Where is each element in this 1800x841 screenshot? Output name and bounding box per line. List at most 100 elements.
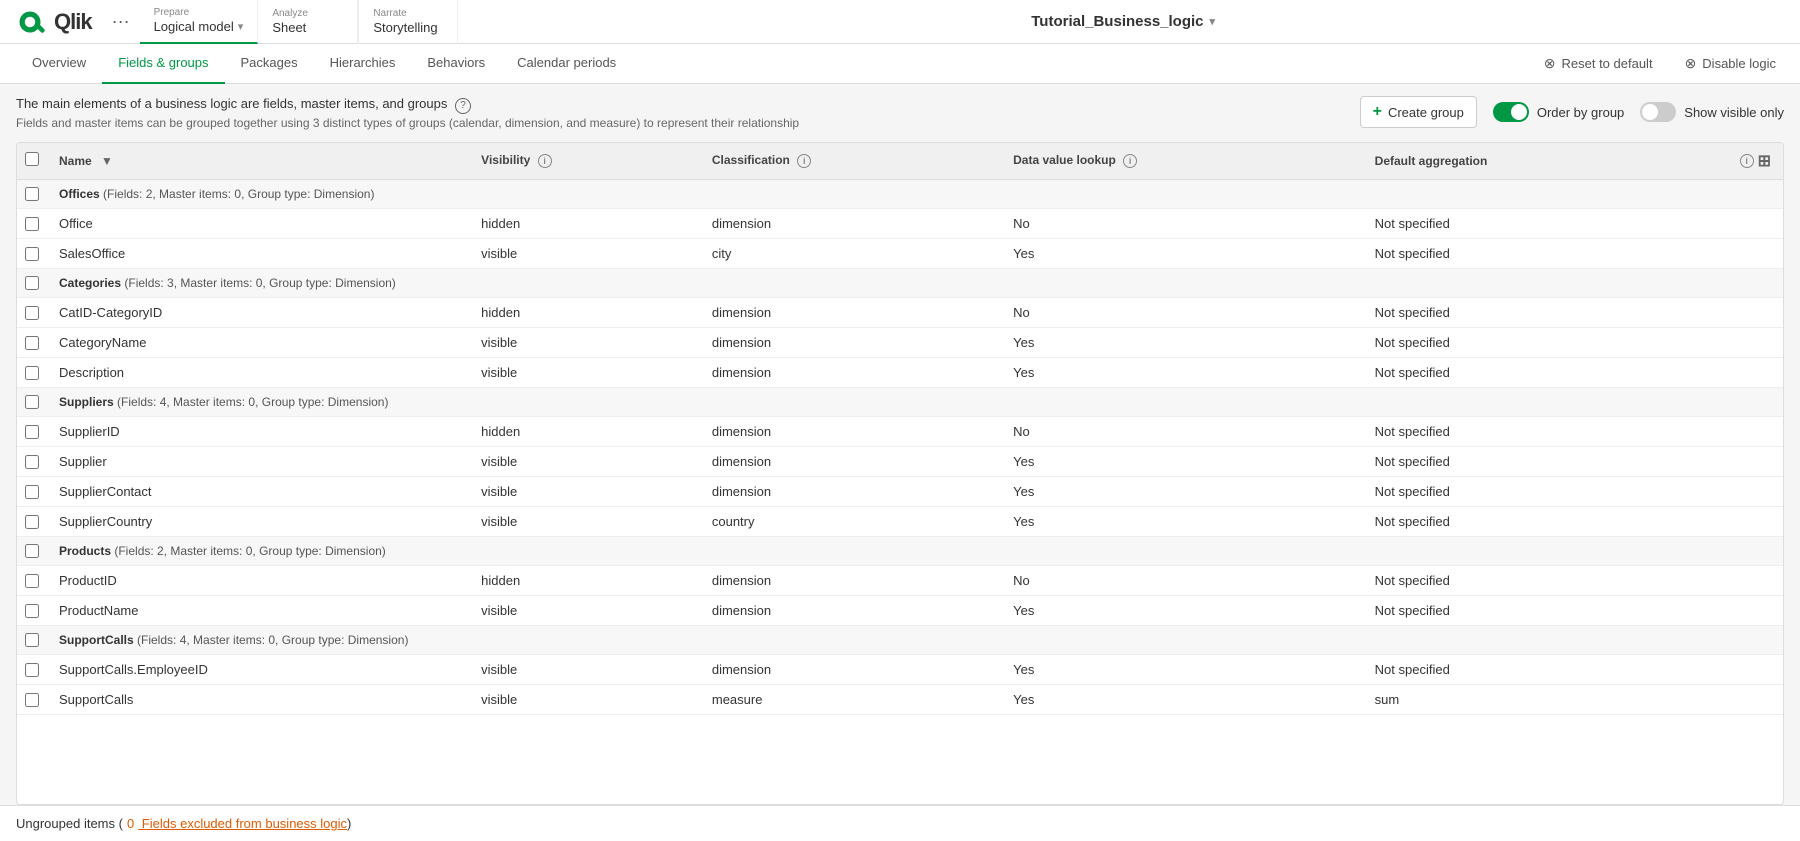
table-row[interactable]: SupplierID hidden dimension No Not speci… [17,417,1783,447]
table-wrapper: Name ▼ Visibility i Classification i D [16,142,1784,805]
table-row[interactable]: SupplierCountry visible country Yes Not … [17,507,1783,537]
table-row[interactable]: SupportCalls.EmployeeID visible dimensio… [17,655,1783,685]
table-row[interactable]: SalesOffice visible city Yes Not specifi… [17,239,1783,269]
group-header-checkbox[interactable] [25,187,39,201]
lookup-info-icon[interactable]: i [1123,154,1137,168]
group-name-text: Offices [59,187,100,201]
analyze-value: Sheet [272,20,343,35]
row-name: CatID-CategoryID [47,298,469,328]
group-header-name: Products (Fields: 2, Master items: 0, Gr… [47,537,1783,566]
table-row[interactable]: SupportCalls visible measure Yes sum [17,685,1783,715]
row-checkbox[interactable] [25,217,39,231]
tab-packages[interactable]: Packages [225,44,314,84]
table-row[interactable]: Office hidden dimension No Not specified [17,209,1783,239]
row-classification: dimension [700,596,1001,626]
row-checkbox[interactable] [25,306,39,320]
row-checkbox-cell [17,596,47,626]
classification-header: Classification i [700,143,1001,180]
row-checkbox[interactable] [25,336,39,350]
table-row[interactable]: SupplierContact visible dimension Yes No… [17,477,1783,507]
row-checkbox[interactable] [25,485,39,499]
row-aggregation: Not specified [1363,358,1783,388]
group-header-checkbox[interactable] [25,276,39,290]
aggregation-info-icon[interactable]: i [1740,154,1754,168]
row-classification: measure [700,685,1001,715]
row-checkbox[interactable] [25,574,39,588]
create-group-label: Create group [1388,105,1464,120]
ungrouped-close: ) [347,816,351,831]
desc-sub-text: Fields and master items can be grouped t… [16,116,799,130]
qlik-logo[interactable]: Qlik [12,8,92,36]
group-header-row[interactable]: Suppliers (Fields: 4, Master items: 0, G… [17,388,1783,417]
row-visibility: visible [469,477,700,507]
row-checkbox[interactable] [25,455,39,469]
storytelling-label: Storytelling [373,20,437,35]
table-row[interactable]: Description visible dimension Yes Not sp… [17,358,1783,388]
disable-label: Disable logic [1702,56,1776,71]
group-meta-text: (Fields: 4, Master items: 0, Group type:… [117,395,388,409]
table-row[interactable]: CategoryName visible dimension Yes Not s… [17,328,1783,358]
analyze-nav[interactable]: Analyze Sheet [258,0,358,44]
group-header-row[interactable]: Products (Fields: 2, Master items: 0, Gr… [17,537,1783,566]
select-all-header [17,143,47,180]
aggregation-header: Default aggregation i ⊞ [1363,143,1783,180]
prepare-nav[interactable]: Prepare Logical model ▾ [140,0,259,44]
name-filter-icon[interactable]: ▼ [101,154,113,168]
row-checkbox[interactable] [25,604,39,618]
table-row[interactable]: Supplier visible dimension Yes Not speci… [17,447,1783,477]
create-group-button[interactable]: + Create group [1360,96,1477,128]
column-visibility-icon[interactable]: ⊞ [1758,151,1771,171]
group-header-row[interactable]: Offices (Fields: 2, Master items: 0, Gro… [17,180,1783,209]
table-row[interactable]: ProductID hidden dimension No Not specif… [17,566,1783,596]
row-checkbox[interactable] [25,515,39,529]
group-header-checkbox[interactable] [25,633,39,647]
classification-info-icon[interactable]: i [797,154,811,168]
disable-logic-button[interactable]: ⊗ Disable logic [1677,51,1784,76]
tab-behaviors[interactable]: Behaviors [411,44,501,84]
group-header-row[interactable]: SupportCalls (Fields: 4, Master items: 0… [17,626,1783,655]
visibility-info-icon[interactable]: i [538,154,552,168]
row-lookup: Yes [1001,447,1363,477]
group-name-text: Categories [59,276,121,290]
row-checkbox-cell [17,685,47,715]
tab-fields-groups[interactable]: Fields & groups [102,44,224,84]
row-name: ProductID [47,566,469,596]
reset-to-default-button[interactable]: ⊗ Reset to default [1536,51,1661,76]
group-header-checkbox-cell [17,269,47,298]
group-meta-text: (Fields: 3, Master items: 0, Group type:… [124,276,395,290]
row-aggregation: Not specified [1363,477,1783,507]
narrate-nav[interactable]: Narrate Storytelling [358,0,458,44]
desc-main-text: The main elements of a business logic ar… [16,96,447,111]
group-header-checkbox[interactable] [25,544,39,558]
row-checkbox[interactable] [25,425,39,439]
row-aggregation: Not specified [1363,209,1783,239]
prepare-chevron: ▾ [238,20,244,33]
group-header-row[interactable]: Categories (Fields: 3, Master items: 0, … [17,269,1783,298]
row-checkbox[interactable] [25,663,39,677]
row-checkbox[interactable] [25,247,39,261]
order-by-group-label: Order by group [1537,105,1624,120]
show-visible-only-toggle[interactable] [1640,102,1676,122]
row-name: ProductName [47,596,469,626]
row-checkbox[interactable] [25,366,39,380]
order-by-group-toggle[interactable] [1493,102,1529,122]
tab-overview[interactable]: Overview [16,44,102,84]
info-icon-main[interactable]: ? [455,98,471,114]
select-all-checkbox[interactable] [25,152,39,166]
row-visibility: visible [469,358,700,388]
excluded-link[interactable]: Fields excluded from business logic [138,816,347,831]
more-options-button[interactable]: ··· [102,11,140,32]
table-row[interactable]: ProductName visible dimension Yes Not sp… [17,596,1783,626]
row-name: SupplierContact [47,477,469,507]
table-scroll-area[interactable]: Name ▼ Visibility i Classification i D [17,143,1783,804]
row-checkbox[interactable] [25,693,39,707]
show-visible-only-label: Show visible only [1684,105,1784,120]
tab-calendar-periods[interactable]: Calendar periods [501,44,632,84]
table-row[interactable]: CatID-CategoryID hidden dimension No Not… [17,298,1783,328]
row-lookup: No [1001,566,1363,596]
group-header-checkbox[interactable] [25,395,39,409]
app-title-chevron[interactable]: ▾ [1210,15,1216,28]
row-classification: country [700,507,1001,537]
tab-hierarchies[interactable]: Hierarchies [314,44,412,84]
row-lookup: No [1001,298,1363,328]
